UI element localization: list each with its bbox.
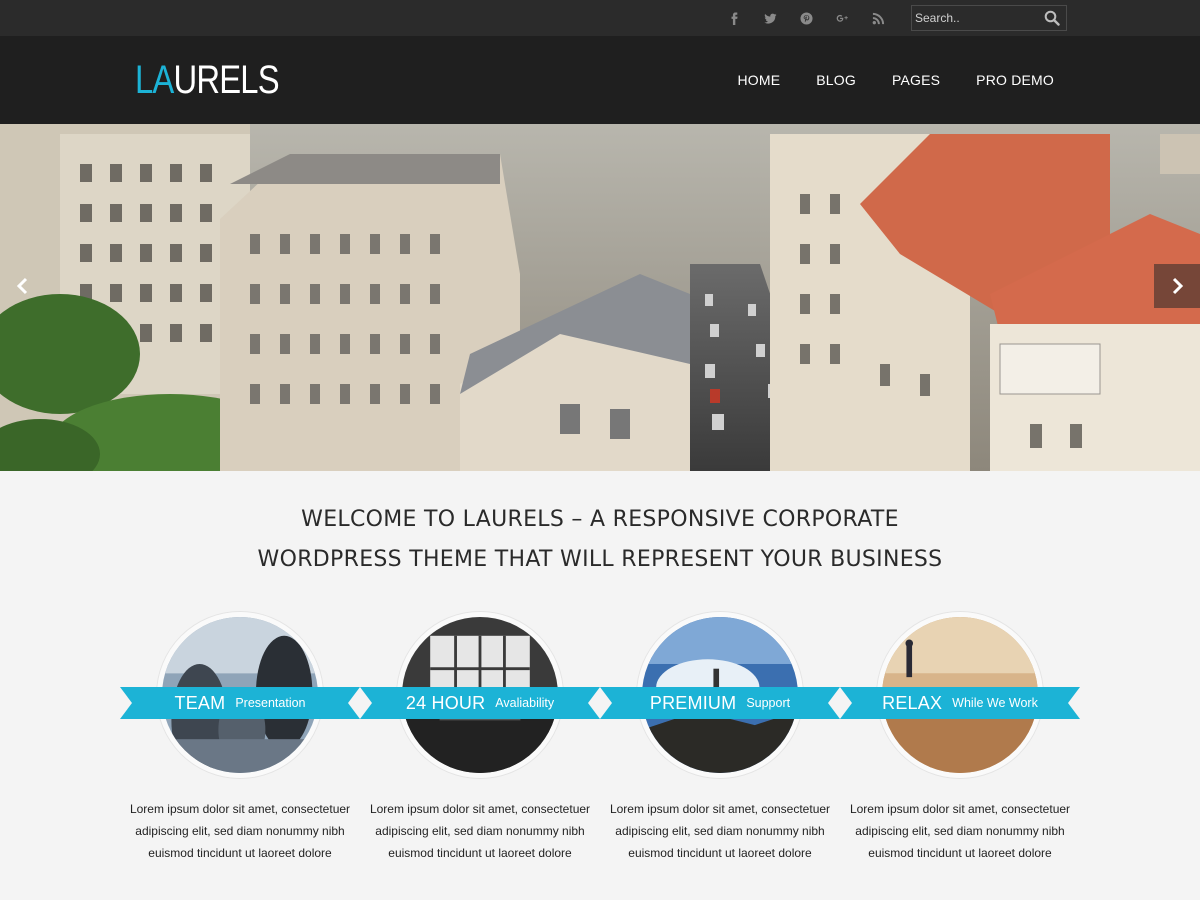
social-links <box>716 0 896 36</box>
chevron-left-icon <box>16 277 28 295</box>
slider-next-button[interactable] <box>1154 264 1200 308</box>
feature-text: Lorem ipsum dolor sit amet, consectetuer… <box>369 802 591 860</box>
feature-text: Lorem ipsum dolor sit amet, consectetuer… <box>609 802 831 860</box>
search-input[interactable] <box>912 6 1042 30</box>
welcome-heading: WELCOME TO LAURELS – A RESPONSIVE CORPOR… <box>0 500 1200 580</box>
hero-city-image <box>0 124 1200 471</box>
feature-ribbon: RELAX While We Work <box>840 687 1080 719</box>
feature-title: PREMIUM <box>649 692 737 713</box>
site-header: LAURELS HOME BLOG PAGES PRO DEMO <box>0 36 1200 124</box>
feature-subtitle: Presentation <box>235 696 306 710</box>
logo-text: URELS <box>173 58 279 102</box>
feature-text: Lorem ipsum dolor sit amet, consectetuer… <box>849 802 1071 860</box>
welcome-line-2: WORDPRESS THEME THAT WILL REPRESENT YOUR… <box>257 547 943 572</box>
top-bar <box>0 0 1200 36</box>
search-icon[interactable] <box>1044 10 1060 26</box>
slider-prev-button[interactable] <box>0 264 46 308</box>
hero-slider <box>0 124 1200 471</box>
nav-pages[interactable]: PAGES <box>892 72 940 88</box>
feature-text: Lorem ipsum dolor sit amet, consectetuer… <box>129 802 351 860</box>
chevron-right-icon <box>1172 277 1184 295</box>
site-logo[interactable]: LAURELS <box>135 58 280 103</box>
rss-icon[interactable] <box>860 0 896 36</box>
nav-blog[interactable]: BLOG <box>816 72 856 88</box>
twitter-icon[interactable] <box>752 0 788 36</box>
feature-ribbon: 24 HOUR Avaliability <box>360 687 600 719</box>
facebook-icon[interactable] <box>716 0 752 36</box>
pinterest-icon[interactable] <box>788 0 824 36</box>
nav-home[interactable]: HOME <box>737 72 780 88</box>
logo-accent-text: LA <box>135 58 174 102</box>
feature-subtitle: Support <box>746 696 791 710</box>
feature-title: RELAX <box>882 692 943 713</box>
feature-subtitle: Avaliability <box>495 696 555 710</box>
feature-title: TEAM <box>174 692 226 713</box>
main-nav: HOME BLOG PAGES PRO DEMO <box>701 36 1054 124</box>
welcome-line-1: WELCOME TO LAURELS – A RESPONSIVE CORPOR… <box>301 507 899 532</box>
feature-title: 24 HOUR <box>405 692 486 713</box>
feature-ribbon: TEAM Presentation <box>120 687 360 719</box>
search-box <box>911 5 1067 31</box>
google-plus-icon[interactable] <box>824 0 860 36</box>
feature-subtitle: While We Work <box>952 696 1038 710</box>
feature-ribbon: PREMIUM Support <box>600 687 840 719</box>
nav-pro-demo[interactable]: PRO DEMO <box>976 72 1054 88</box>
